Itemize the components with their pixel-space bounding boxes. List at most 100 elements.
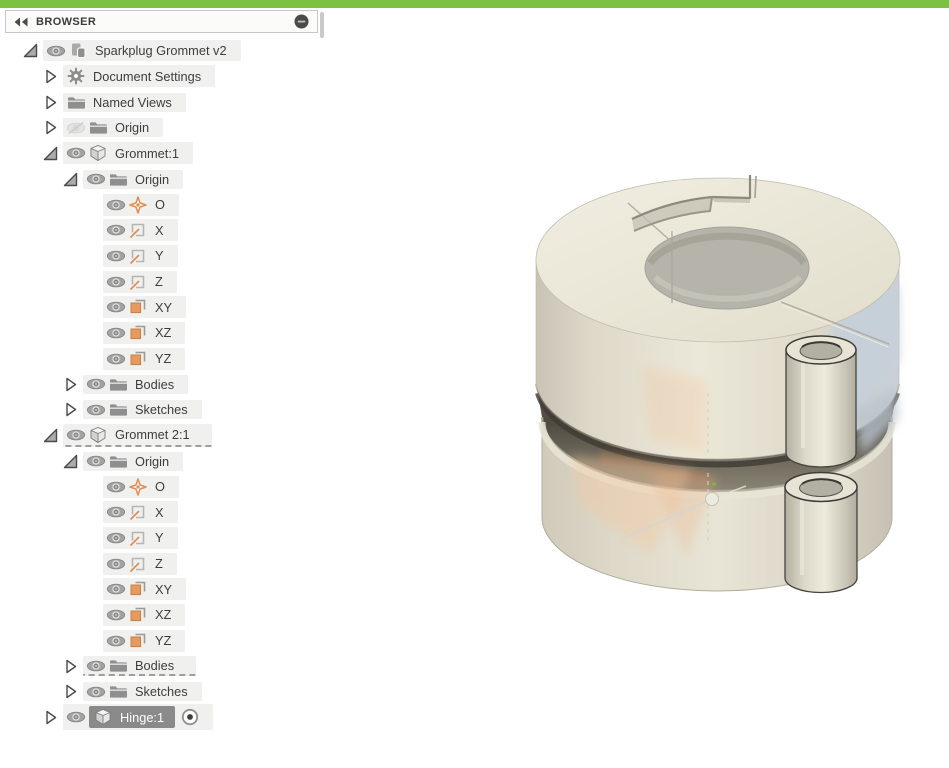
row-highlight: Y <box>103 245 178 267</box>
expander-collapsed-icon[interactable] <box>63 402 83 417</box>
tree-row-xy[interactable]: XY <box>0 576 360 602</box>
visibility-eye-icon[interactable] <box>85 454 107 468</box>
tree-row-xy[interactable]: XY <box>0 294 360 320</box>
visibility-eye-icon[interactable] <box>85 403 107 417</box>
tree-row-origin[interactable]: Origin <box>0 166 360 192</box>
visibility-eye-icon[interactable] <box>45 44 67 58</box>
row-highlight: Origin <box>83 452 183 471</box>
collapse-panel-icon[interactable] <box>14 17 28 27</box>
tree-item-label: Z <box>155 274 163 289</box>
visibility-eye-icon[interactable] <box>105 300 127 314</box>
visibility-eye-icon[interactable] <box>105 634 127 648</box>
expander-expanded-icon[interactable] <box>23 43 43 58</box>
top-green-bar <box>0 0 949 8</box>
tree-item-label: Sketches <box>135 402 188 417</box>
visibility-eye-icon[interactable] <box>65 710 87 724</box>
tree-row-grommet-2-1[interactable]: Grommet 2:1 <box>0 423 360 449</box>
tree-row-sparkplug-grommet-v2[interactable]: Sparkplug Grommet v2 <box>0 38 360 64</box>
tree-item-label: Grommet:1 <box>115 146 179 161</box>
expander-collapsed-icon[interactable] <box>63 377 83 392</box>
row-highlight: Sketches <box>83 400 202 419</box>
model-hinge-knuckle-lower[interactable] <box>785 473 857 593</box>
tree-item-label: Sparkplug Grommet v2 <box>95 43 227 58</box>
expander-collapsed-icon[interactable] <box>63 684 83 699</box>
tree-row-x[interactable]: X <box>0 217 360 243</box>
row-highlight: Z <box>103 271 177 293</box>
visibility-eye-icon[interactable] <box>105 198 127 212</box>
tree-row-named-views[interactable]: Named Views <box>0 89 360 115</box>
tree-row-sketches[interactable]: Sketches <box>0 397 360 423</box>
visibility-eye-icon[interactable] <box>85 685 107 699</box>
row-highlight: XZ <box>103 322 185 344</box>
viewport-canvas[interactable] <box>330 8 949 768</box>
visibility-eye-icon[interactable] <box>105 249 127 263</box>
tree-row-origin[interactable]: Origin <box>0 448 360 474</box>
visibility-eye-icon[interactable] <box>105 223 127 237</box>
tree-row-sketches[interactable]: Sketches <box>0 679 360 705</box>
visibility-eye-hidden-icon[interactable] <box>65 121 87 135</box>
tree-row-xz[interactable]: XZ <box>0 602 360 628</box>
tree-row-document-settings[interactable]: Document Settings <box>0 64 360 90</box>
row-highlight: Named Views <box>63 93 186 112</box>
panel-title: BROWSER <box>36 16 294 28</box>
visibility-eye-icon[interactable] <box>85 377 107 391</box>
visibility-eye-icon[interactable] <box>105 531 127 545</box>
tree-row-y[interactable]: Y <box>0 525 360 551</box>
expander-collapsed-icon[interactable] <box>43 69 63 84</box>
tree-row-origin[interactable]: Origin <box>0 115 360 141</box>
panel-scrollbar-thumb[interactable] <box>320 12 324 38</box>
visibility-eye-icon[interactable] <box>105 582 127 596</box>
tree-row-o[interactable]: O <box>0 474 360 500</box>
origin-point-icon <box>127 478 149 496</box>
expander-collapsed-icon[interactable] <box>43 95 63 110</box>
expander-expanded-icon[interactable] <box>43 146 63 161</box>
tree-row-hinge-1[interactable]: Hinge:1 <box>0 705 360 731</box>
tree-row-z[interactable]: Z <box>0 269 360 295</box>
tree-row-grommet-1[interactable]: Grommet:1 <box>0 141 360 167</box>
tree-row-x[interactable]: X <box>0 500 360 526</box>
tree-item-label: Document Settings <box>93 69 201 84</box>
visibility-eye-icon[interactable] <box>105 608 127 622</box>
folder-icon <box>87 120 109 135</box>
row-highlight: XY <box>103 578 186 600</box>
visibility-eye-icon[interactable] <box>105 352 127 366</box>
panel-options-icon[interactable] <box>294 14 309 29</box>
tree-item-label: XZ <box>155 325 171 340</box>
tree-row-bodies[interactable]: Bodies <box>0 653 360 679</box>
tree-item-label: Hinge:1 <box>120 710 164 725</box>
visibility-eye-icon[interactable] <box>65 428 87 442</box>
tree-item-label: Y <box>155 530 164 545</box>
tree-row-y[interactable]: Y <box>0 243 360 269</box>
tree-row-yz[interactable]: YZ <box>0 628 360 654</box>
folder-icon <box>65 95 87 110</box>
visibility-eye-icon[interactable] <box>85 659 107 673</box>
expander-expanded-icon[interactable] <box>63 454 83 469</box>
visibility-eye-icon[interactable] <box>105 326 127 340</box>
row-highlight: Bodies <box>83 656 196 676</box>
tree-row-o[interactable]: O <box>0 192 360 218</box>
application-window: BROWSER Sparkplug Grommet v2 Document Set… <box>0 0 949 768</box>
visibility-eye-icon[interactable] <box>65 146 87 160</box>
tree-row-yz[interactable]: YZ <box>0 346 360 372</box>
tree-item-label: Origin <box>115 120 149 135</box>
expander-expanded-icon[interactable] <box>63 172 83 187</box>
tree-item-label: Origin <box>135 172 169 187</box>
row-highlight: YZ <box>103 630 185 652</box>
tree-item-label: Origin <box>135 454 169 469</box>
tree-row-xz[interactable]: XZ <box>0 320 360 346</box>
expander-collapsed-icon[interactable] <box>43 710 63 725</box>
origin-point-icon <box>127 196 149 214</box>
expander-collapsed-icon[interactable] <box>43 120 63 135</box>
activate-component-radio[interactable] <box>181 708 199 726</box>
visibility-eye-icon[interactable] <box>105 275 127 289</box>
visibility-eye-icon[interactable] <box>85 172 107 186</box>
tree-row-bodies[interactable]: Bodies <box>0 371 360 397</box>
visibility-eye-icon[interactable] <box>105 480 127 494</box>
tree-row-z[interactable]: Z <box>0 551 360 577</box>
expander-expanded-icon[interactable] <box>43 428 63 443</box>
visibility-eye-icon[interactable] <box>105 505 127 519</box>
model-hinge-knuckle-upper[interactable] <box>786 336 856 467</box>
expander-collapsed-icon[interactable] <box>63 659 83 674</box>
visibility-eye-icon[interactable] <box>105 557 127 571</box>
row-highlight: XY <box>103 296 186 318</box>
